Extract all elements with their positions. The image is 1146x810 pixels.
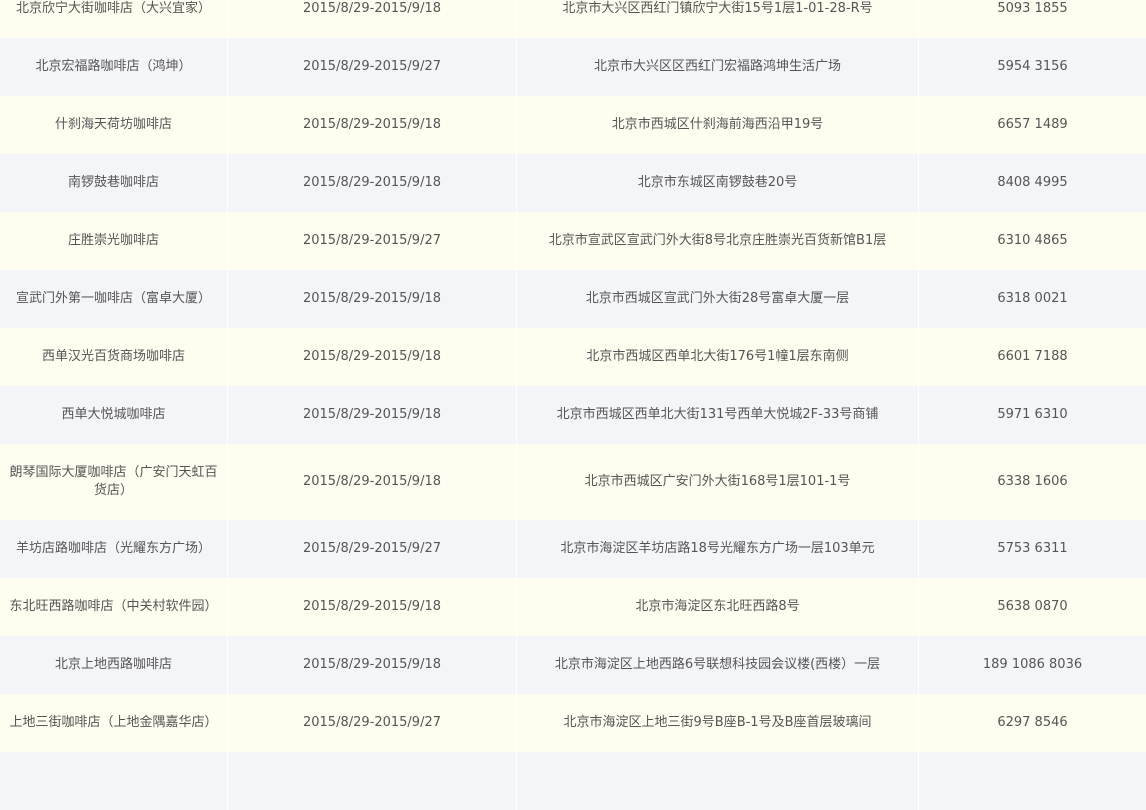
store-address: 北京市西城区广安门外大街168号1层101-1号 bbox=[517, 444, 919, 520]
promo-period: 2015/8/29-2015/9/18 bbox=[228, 444, 517, 520]
store-address: 北京市海淀区上地三街9号B座B-1号及B座首层玻璃间 bbox=[517, 694, 919, 752]
store-phone: 6657 1489 bbox=[997, 117, 1068, 132]
store-name: 西单汉光百货商场咖啡店 bbox=[0, 328, 228, 386]
promo-period: 2015/8/29-2015/9/18 bbox=[228, 96, 517, 154]
store-name: 庄胜崇光咖啡店 bbox=[0, 212, 228, 270]
promo-period: 2015/8/29-2015/9/18 bbox=[228, 0, 517, 38]
store-phone: 6338 1606 bbox=[997, 474, 1068, 489]
store-phone: 5971 6310 bbox=[997, 407, 1068, 422]
store-phone: 6601 7188 bbox=[997, 349, 1068, 364]
store-name: 南锣鼓巷咖啡店 bbox=[0, 154, 228, 212]
promo-period: 2015/8/29-2015/9/18 bbox=[228, 636, 517, 694]
store-address bbox=[517, 752, 919, 810]
store-address: 北京市海淀区上地西路6号联想科技园会议楼(西楼）一层 bbox=[517, 636, 919, 694]
promo-period: 2015/8/29-2015/9/18 bbox=[228, 270, 517, 328]
promo-period: 2015/8/29-2015/9/18 bbox=[228, 578, 517, 636]
store-name: 朗琴国际大厦咖啡店（广安门天虹百货店） bbox=[0, 444, 228, 520]
table-row: 羊坊店路咖啡店（光耀东方广场） 2015/8/29-2015/9/27 北京市海… bbox=[0, 520, 1146, 578]
table-row: 北京上地西路咖啡店 2015/8/29-2015/9/18 北京市海淀区上地西路… bbox=[0, 636, 1146, 694]
table-row: 东北旺西路咖啡店（中关村软件园） 2015/8/29-2015/9/18 北京市… bbox=[0, 578, 1146, 636]
promo-period: 2015/8/29-2015/9/18 bbox=[228, 386, 517, 444]
store-address: 北京市海淀区东北旺西路8号 bbox=[517, 578, 919, 636]
store-phone: 5753 6311 bbox=[997, 541, 1068, 556]
store-name: 羊坊店路咖啡店（光耀东方广场） bbox=[0, 520, 228, 578]
promo-period: 2015/8/29-2015/9/27 bbox=[228, 38, 517, 96]
store-name: 北京宏福路咖啡店（鸿坤） bbox=[0, 38, 228, 96]
store-phone: 6310 4865 bbox=[997, 233, 1068, 248]
store-address: 北京市大兴区区西红门宏福路鸿坤生活广场 bbox=[517, 38, 919, 96]
store-address: 北京市西城区宣武门外大街28号富卓大厦一层 bbox=[517, 270, 919, 328]
promo-period: 2015/8/29-2015/9/18 bbox=[228, 328, 517, 386]
store-phone: 6318 0021 bbox=[997, 291, 1068, 306]
store-phone bbox=[919, 752, 1146, 810]
table-row: 西单汉光百货商场咖啡店 2015/8/29-2015/9/18 北京市西城区西单… bbox=[0, 328, 1146, 386]
store-address: 北京市东城区南锣鼓巷20号 bbox=[517, 154, 919, 212]
store-name: 什刹海天荷坊咖啡店 bbox=[0, 96, 228, 154]
store-name: 北京欣宁大街咖啡店（大兴宜家） bbox=[0, 0, 228, 38]
table-row: 庄胜崇光咖啡店 2015/8/29-2015/9/27 北京市宣武区宣武门外大街… bbox=[0, 212, 1146, 270]
table-row: 西单大悦城咖啡店 2015/8/29-2015/9/18 北京市西城区西单北大街… bbox=[0, 386, 1146, 444]
store-phone: 6297 8546 bbox=[997, 715, 1068, 730]
table-row: 宣武门外第一咖啡店（富卓大厦） 2015/8/29-2015/9/18 北京市西… bbox=[0, 270, 1146, 328]
store-address: 北京市西城区什刹海前海西沿甲19号 bbox=[517, 96, 919, 154]
store-address: 北京市西城区西单北大街176号1幢1层东南侧 bbox=[517, 328, 919, 386]
table-row: 北京宏福路咖啡店（鸿坤） 2015/8/29-2015/9/27 北京市大兴区区… bbox=[0, 38, 1146, 96]
store-name bbox=[0, 752, 228, 810]
promo-period: 2015/8/29-2015/9/27 bbox=[228, 694, 517, 752]
promo-period: 2015/8/29-2015/9/18 bbox=[228, 154, 517, 212]
promo-period: 2015/8/29-2015/9/27 bbox=[228, 212, 517, 270]
store-phone: 189 1086 8036 bbox=[982, 657, 1083, 672]
store-address: 北京市海淀区羊坊店路18号光耀东方广场一层103单元 bbox=[517, 520, 919, 578]
store-name: 上地三街咖啡店（上地金隅嘉华店） bbox=[0, 694, 228, 752]
store-address: 北京市西城区西单北大街131号西单大悦城2F-33号商铺 bbox=[517, 386, 919, 444]
store-phone: 5638 0870 bbox=[997, 599, 1068, 614]
promo-period: 2015/8/29-2015/9/27 bbox=[228, 520, 517, 578]
store-table: 北京欣宁大街咖啡店（大兴宜家） 2015/8/29-2015/9/18 北京市大… bbox=[0, 0, 1146, 810]
table-row: 什刹海天荷坊咖啡店 2015/8/29-2015/9/18 北京市西城区什刹海前… bbox=[0, 96, 1146, 154]
store-phone: 8408 4995 bbox=[997, 175, 1068, 190]
store-name: 宣武门外第一咖啡店（富卓大厦） bbox=[0, 270, 228, 328]
store-address: 北京市宣武区宣武门外大街8号北京庄胜崇光百货新馆B1层 bbox=[517, 212, 919, 270]
table-row: 北京欣宁大街咖啡店（大兴宜家） 2015/8/29-2015/9/18 北京市大… bbox=[0, 0, 1146, 38]
store-name: 东北旺西路咖啡店（中关村软件园） bbox=[0, 578, 228, 636]
store-phone: 5954 3156 bbox=[997, 59, 1068, 74]
table-row: 上地三街咖啡店（上地金隅嘉华店） 2015/8/29-2015/9/27 北京市… bbox=[0, 694, 1146, 752]
table-row bbox=[0, 752, 1146, 810]
store-name: 北京上地西路咖啡店 bbox=[0, 636, 228, 694]
store-name: 西单大悦城咖啡店 bbox=[0, 386, 228, 444]
store-address: 北京市大兴区西红门镇欣宁大街15号1层1-01-28-R号 bbox=[517, 0, 919, 38]
promo-period bbox=[228, 752, 517, 810]
table-row: 南锣鼓巷咖啡店 2015/8/29-2015/9/18 北京市东城区南锣鼓巷20… bbox=[0, 154, 1146, 212]
store-phone: 5093 1855 bbox=[997, 1, 1068, 16]
table-row: 朗琴国际大厦咖啡店（广安门天虹百货店） 2015/8/29-2015/9/18 … bbox=[0, 444, 1146, 520]
